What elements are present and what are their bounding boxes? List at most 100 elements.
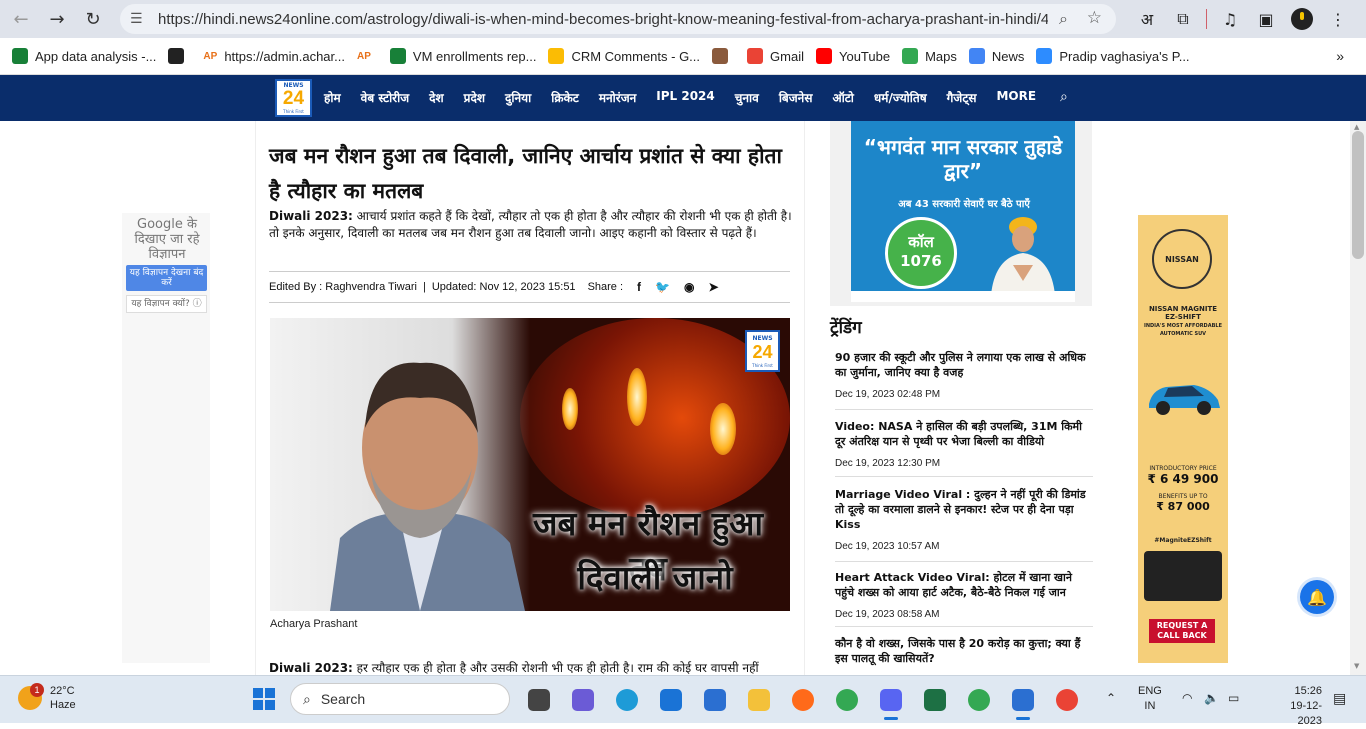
request-callback-button[interactable]: REQUEST A CALL BACK bbox=[1149, 619, 1215, 643]
edge-icon[interactable] bbox=[608, 684, 646, 716]
flame-2 bbox=[627, 368, 647, 426]
trending-title[interactable]: कौन है वो शख्स, जिसके पास है 20 करोड़ का… bbox=[835, 636, 1093, 666]
nav-item[interactable]: होम bbox=[324, 89, 341, 106]
translate-icon[interactable]: अ bbox=[1130, 5, 1164, 33]
chrome-icon[interactable] bbox=[828, 684, 866, 716]
more-bookmarks-icon[interactable]: » bbox=[1336, 48, 1344, 64]
menu-icon[interactable]: ⋮ bbox=[1321, 5, 1355, 33]
chrome-alt-icon[interactable] bbox=[1048, 684, 1086, 716]
excel-icon[interactable] bbox=[916, 684, 954, 716]
clock-date: 19-12-2023 bbox=[1290, 700, 1322, 727]
why-ad-link[interactable]: यह विज्ञापन क्यों? ⓘ bbox=[126, 295, 207, 313]
bookmark-item[interactable] bbox=[168, 48, 191, 64]
language-indicator[interactable]: ENG IN bbox=[1138, 684, 1162, 714]
address-bar[interactable]: ☰ https://hindi.news24online.com/astrolo… bbox=[120, 4, 1116, 34]
nav-item[interactable]: चुनाव bbox=[735, 89, 759, 106]
ap-icon: AP bbox=[203, 50, 218, 62]
news24-logo[interactable]: NEWS 24 Think First bbox=[275, 79, 312, 117]
maps-icon bbox=[902, 48, 919, 64]
chrome-profile-icon[interactable] bbox=[960, 684, 998, 716]
acharya-prashant-photo bbox=[330, 362, 525, 611]
nav-item[interactable]: वेब स्टोरीज bbox=[361, 89, 409, 106]
battery-icon[interactable]: ▭ bbox=[1228, 691, 1239, 705]
url-text[interactable]: https://hindi.news24online.com/astrology… bbox=[158, 11, 1048, 28]
nav-item[interactable]: ऑटो bbox=[832, 89, 853, 106]
nav-item[interactable]: MORE bbox=[996, 89, 1036, 106]
bookmark-item[interactable]: Maps bbox=[902, 48, 957, 64]
trending-item[interactable]: Marriage Video Viral : दुल्हन ने नहीं पू… bbox=[835, 487, 1093, 562]
bookmark-label: Gmail bbox=[770, 48, 804, 64]
firefox-icon[interactable] bbox=[784, 684, 822, 716]
bookmark-item[interactable]: AP bbox=[357, 48, 378, 64]
bookmark-label: Maps bbox=[925, 48, 957, 64]
bookmark-item[interactable]: News bbox=[968, 48, 1024, 64]
nav-item[interactable]: गैजेट्स bbox=[947, 89, 977, 106]
bookmark-star-icon[interactable]: ☆ bbox=[1087, 8, 1102, 28]
scroll-down-icon[interactable]: ▼ bbox=[1354, 662, 1359, 670]
punjab-govt-ad[interactable]: “भगवंत मान सरकार तुहाडे द्वार” अब 43 सरक… bbox=[830, 121, 1092, 306]
trending-title[interactable]: Heart Attack Video Viral: होटल में खाना … bbox=[835, 570, 1093, 600]
trending-title[interactable]: Video: NASA ने हासिल की बड़ी उपलब्धि, 31… bbox=[835, 419, 1093, 449]
bookmark-item[interactable]: VM enrollments rep... bbox=[389, 48, 536, 64]
back-icon[interactable]: ← bbox=[6, 4, 36, 34]
site-info-icon[interactable]: ☰ bbox=[130, 11, 148, 27]
notification-bell-icon[interactable]: 🔔 bbox=[1300, 580, 1334, 614]
copilot-icon[interactable] bbox=[564, 684, 602, 716]
trending-item[interactable]: Heart Attack Video Viral: होटल में खाना … bbox=[835, 570, 1093, 627]
trending-item[interactable]: Video: NASA ने हासिल की बड़ी उपलब्धि, 31… bbox=[835, 419, 1093, 477]
nav-item[interactable]: धर्म/ज्योतिष bbox=[874, 89, 927, 106]
windows-start-icon[interactable] bbox=[253, 688, 275, 710]
sidebar-icon[interactable]: ▣ bbox=[1249, 5, 1283, 33]
reload-icon[interactable]: ↻ bbox=[78, 4, 108, 34]
tray-overflow-icon[interactable]: ⌃ bbox=[1106, 691, 1116, 705]
bookmark-item[interactable]: Pradip vaghasiya's P... bbox=[1036, 48, 1190, 64]
mail-icon[interactable] bbox=[652, 684, 690, 716]
bookmark-item[interactable]: CRM Comments - G... bbox=[548, 48, 700, 64]
taskbar-search[interactable]: ⌕ Search bbox=[290, 683, 510, 715]
telegram-icon[interactable]: ➤ bbox=[708, 280, 718, 294]
para-text: हर त्यौहार एक ही होता है और उसकी रोशनी भ… bbox=[352, 661, 759, 675]
page-scrollbar[interactable]: ▲ ▼ bbox=[1350, 121, 1366, 675]
trending-item[interactable]: कौन है वो शख्स, जिसके पास है 20 करोड़ का… bbox=[835, 636, 1093, 675]
file-explorer-icon-dark[interactable] bbox=[520, 684, 558, 716]
bookmark-item[interactable]: App data analysis -... bbox=[12, 48, 156, 64]
folder-icon[interactable] bbox=[740, 684, 778, 716]
nav-item[interactable]: प्रदेश bbox=[464, 89, 485, 106]
trending-title[interactable]: 90 हजार की स्कूटी और पुलिस ने लगाया एक ल… bbox=[835, 350, 1093, 380]
nav-item[interactable]: देश bbox=[429, 89, 444, 106]
speaker-icon[interactable]: 🔈 bbox=[1204, 691, 1219, 705]
bookmark-item[interactable]: Gmail bbox=[747, 48, 804, 64]
profile-icon[interactable] bbox=[1291, 8, 1313, 30]
facebook-icon[interactable]: f bbox=[637, 280, 641, 294]
whatsapp-icon[interactable]: ◉ bbox=[684, 280, 694, 294]
stop-ad-button[interactable]: यह विज्ञापन देखना बंद करें bbox=[126, 265, 207, 291]
search-icon[interactable]: ⌕ bbox=[1059, 9, 1068, 29]
scrollbar-thumb[interactable] bbox=[1352, 131, 1364, 259]
scroll-up-icon[interactable]: ▲ bbox=[1354, 123, 1359, 131]
twitter-icon[interactable]: 🐦 bbox=[655, 280, 670, 294]
nav-item[interactable]: क्रिकेट bbox=[551, 89, 579, 106]
bookmark-item[interactable]: AP https://admin.achar... bbox=[203, 48, 345, 64]
nav-item[interactable]: बिजनेस bbox=[779, 89, 813, 106]
store-icon[interactable] bbox=[696, 684, 734, 716]
discord-icon[interactable] bbox=[872, 684, 910, 720]
bookmark-item[interactable] bbox=[712, 48, 735, 64]
extensions-icon[interactable]: ⧉ bbox=[1166, 5, 1200, 33]
site-search-icon[interactable]: ⌕ bbox=[1060, 89, 1068, 105]
trending-item[interactable]: 90 हजार की स्कूटी और पुलिस ने लगाया एक ल… bbox=[835, 350, 1093, 410]
bookmark-item[interactable]: YouTube bbox=[815, 48, 890, 64]
notification-center-icon[interactable]: ▤ bbox=[1333, 690, 1346, 707]
forward-icon[interactable]: → bbox=[42, 4, 72, 34]
system-clock[interactable]: 15:26 19-12-2023 bbox=[1282, 684, 1322, 729]
media-icon[interactable]: ♫ bbox=[1213, 5, 1247, 33]
weather-widget[interactable]: 1 22°C Haze bbox=[18, 683, 76, 712]
nav-item[interactable]: मनोरंजन bbox=[599, 89, 636, 106]
snipping-tool-icon[interactable] bbox=[1004, 684, 1042, 720]
ad-footer bbox=[851, 291, 1075, 302]
nav-item[interactable]: IPL 2024 bbox=[656, 89, 714, 106]
nissan-ad[interactable]: NISSAN NISSAN MAGNITE EZ-SHIFT INDIA'S MO… bbox=[1138, 215, 1228, 663]
nissan-logo: NISSAN bbox=[1152, 229, 1212, 289]
trending-title[interactable]: Marriage Video Viral : दुल्हन ने नहीं पू… bbox=[835, 487, 1093, 532]
wifi-icon[interactable]: ◠ bbox=[1182, 691, 1192, 705]
nav-item[interactable]: दुनिया bbox=[505, 89, 531, 106]
